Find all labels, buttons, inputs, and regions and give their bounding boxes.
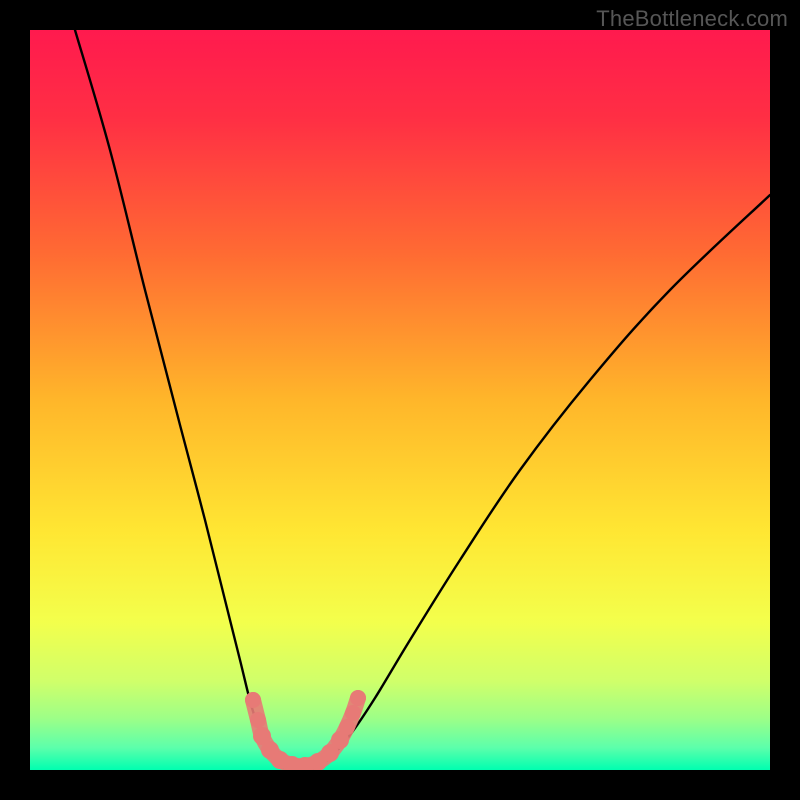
marker-band-dot — [339, 719, 355, 735]
marker-band-dot — [350, 690, 366, 706]
marker-band-dot — [345, 705, 361, 721]
marker-band-dot — [250, 712, 266, 728]
chart-background — [30, 30, 770, 770]
bottleneck-chart — [30, 30, 770, 770]
watermark-label: TheBottleneck.com — [596, 6, 788, 32]
marker-band-dot — [245, 692, 261, 708]
